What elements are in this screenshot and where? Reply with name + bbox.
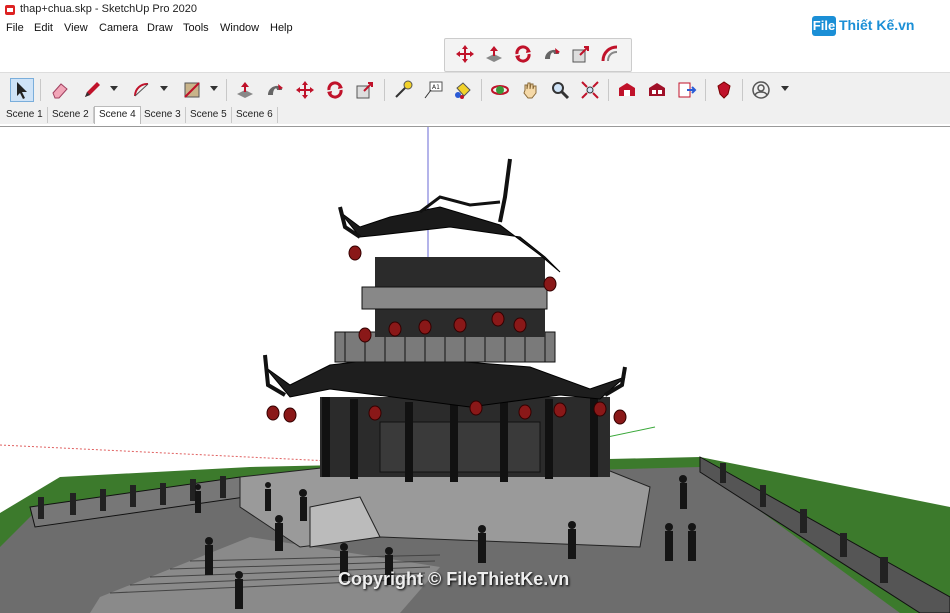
title-bar: thap+chua.skp - SketchUp Pro 2020 [0,0,950,20]
watermark-logo: File Thiết Kế.vn [812,14,922,40]
scene-tab-1[interactable]: Scene 1 [2,107,48,123]
arc-dropdown-arrow[interactable] [160,86,168,91]
hall-doors [379,421,541,473]
offset-icon[interactable] [598,42,622,66]
push-pull-icon[interactable] [482,42,506,66]
copyright-watermark: Copyright © FileThietKe.vn [338,569,570,589]
tape-measure-icon[interactable] [391,78,415,102]
menu-window[interactable]: Window [220,22,259,34]
scene-tab-5[interactable]: Scene 5 [186,107,232,123]
sketchup-logo-icon [5,5,15,15]
zoom-extents-icon[interactable] [578,78,602,102]
pencil-dropdown-arrow[interactable] [110,86,118,91]
toolbar-separator [705,79,706,101]
warehouse-icon[interactable] [615,78,639,102]
menu-edit[interactable]: Edit [34,22,53,34]
menu-view[interactable]: View [64,22,88,34]
toolbar-separator [384,79,385,101]
scene-tabs: Scene 1 Scene 2 Scene 4 Scene 3 Scene 5 … [0,106,950,124]
follow-me-icon[interactable] [263,78,287,102]
window-title: thap+chua.skp - SketchUp Pro 2020 [20,3,198,15]
svg-text:A1: A1 [432,84,440,91]
model-viewport[interactable]: Copyright © FileThietKe.vn [0,126,950,613]
menu-file[interactable]: File [6,22,24,34]
main-toolbar: A1 [0,72,950,108]
toolbar-separator [40,79,41,101]
move-icon[interactable] [293,78,317,102]
rectangle-dropdown-arrow[interactable] [210,86,218,91]
orbit-icon[interactable] [488,78,512,102]
menu-draw[interactable]: Draw [147,22,173,34]
rectangle-icon[interactable] [180,78,204,102]
zoom-icon[interactable] [548,78,572,102]
account-icon[interactable] [749,78,773,102]
scene-tab-2[interactable]: Scene 2 [48,107,94,123]
select-icon[interactable] [10,78,34,102]
text-icon[interactable]: A1 [421,78,445,102]
arc-icon[interactable] [130,78,154,102]
eraser-icon[interactable] [48,78,72,102]
paint-bucket-icon[interactable] [451,78,475,102]
menu-bar: File Edit View Camera Draw Tools Window … [0,20,950,38]
toolbar-separator [608,79,609,101]
upper-roof-right-eave [498,158,512,223]
edit-toolbar [444,38,632,72]
rotate-icon[interactable] [511,42,535,66]
move-icon[interactable] [453,42,477,66]
send-to-layout-icon[interactable] [675,78,699,102]
scene-tab-4[interactable]: Scene 4 [94,106,141,124]
pencil-icon[interactable] [80,78,104,102]
scene-tab-6[interactable]: Scene 6 [232,107,278,123]
watermark-logo-text: Thiết Kế.vn [839,17,915,33]
red-axis-dashed [0,444,331,462]
menu-help[interactable]: Help [270,22,293,34]
scale-icon[interactable] [569,42,593,66]
follow-me-icon[interactable] [540,42,564,66]
scene-tab-3[interactable]: Scene 3 [140,107,186,123]
account-dropdown-arrow[interactable] [781,86,789,91]
toolbar-separator [742,79,743,101]
watermark-logo-box: File [812,16,836,36]
menu-tools[interactable]: Tools [183,22,209,34]
pan-icon[interactable] [518,78,542,102]
ruby-icon[interactable] [712,78,736,102]
rotate-icon[interactable] [323,78,347,102]
pagoda-model-render[interactable] [0,127,950,613]
menu-camera[interactable]: Camera [99,22,138,34]
scale-icon[interactable] [353,78,377,102]
toolbar-separator [481,79,482,101]
upper-balcony [361,286,548,310]
toolbar-separator [226,79,227,101]
extension-warehouse-icon[interactable] [645,78,669,102]
push-pull-icon[interactable] [233,78,257,102]
